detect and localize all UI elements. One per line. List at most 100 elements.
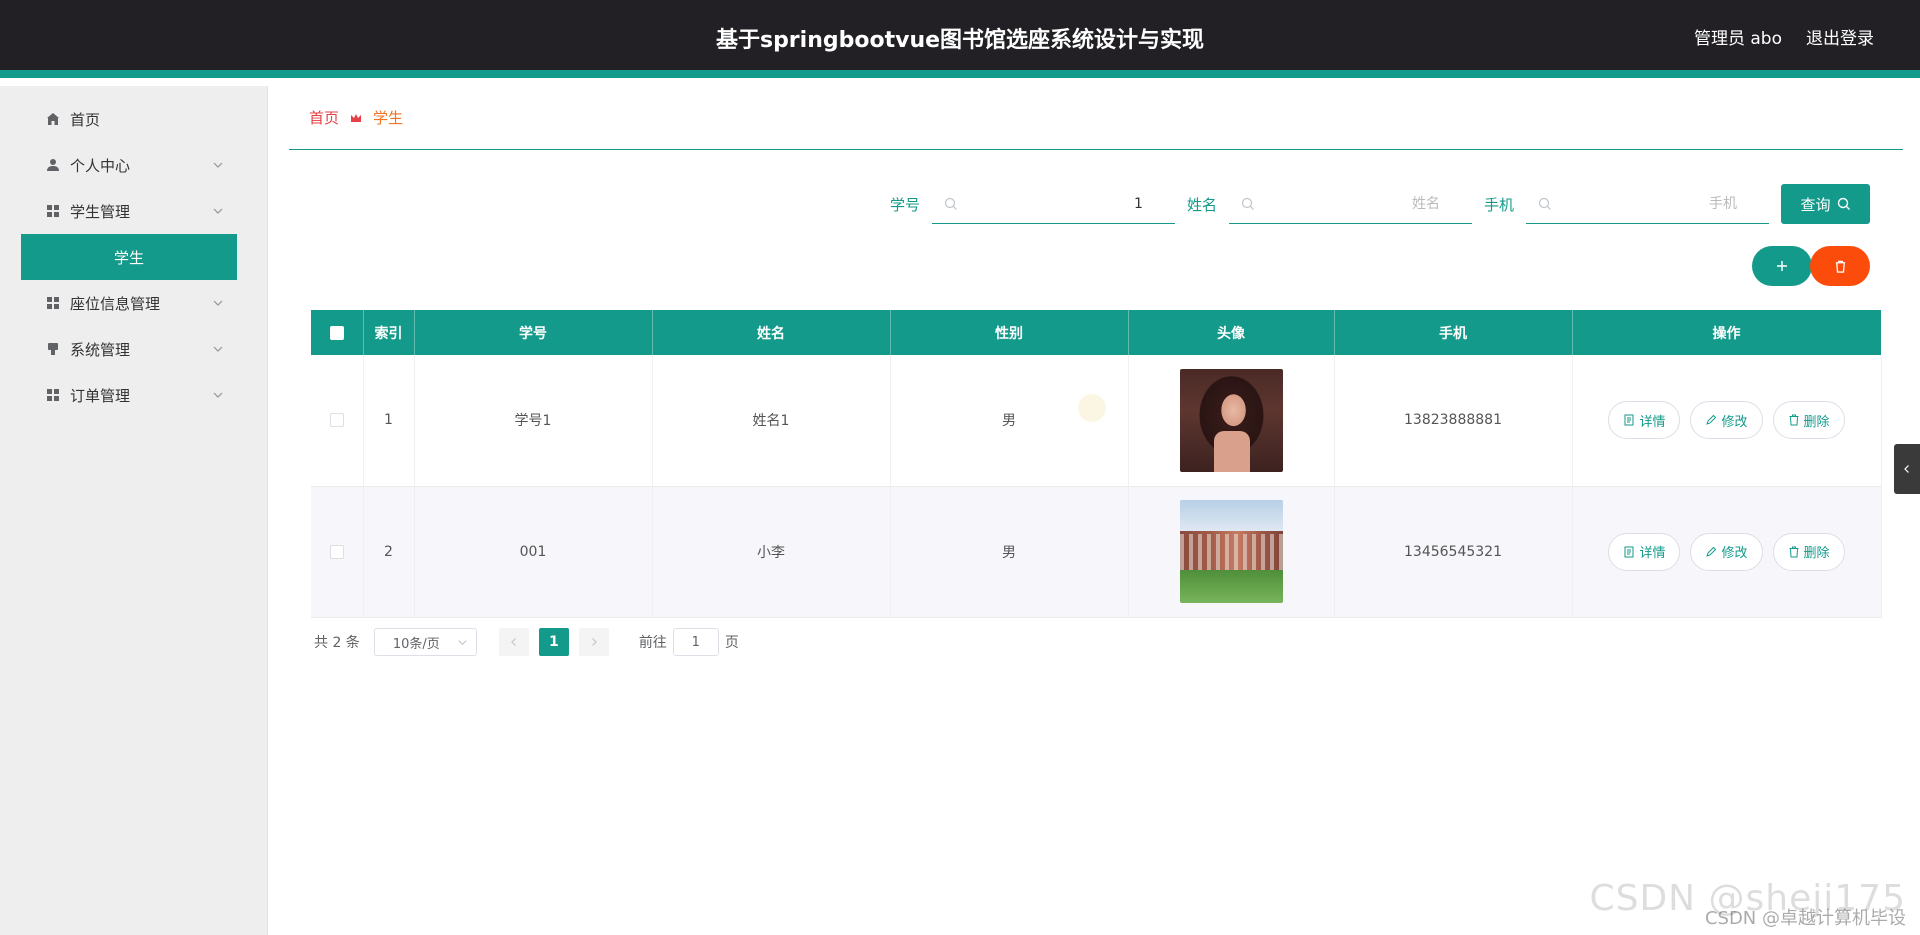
- current-user-label[interactable]: 管理员 abo: [1694, 24, 1782, 49]
- query-button[interactable]: 查询: [1781, 184, 1870, 224]
- search-bar: 学号 姓名 手机 查询: [890, 184, 1870, 224]
- page-number-current[interactable]: 1: [538, 628, 569, 656]
- sidebar-item-label: 学生管理: [70, 202, 131, 221]
- sidebar-item-student[interactable]: 学生: [21, 234, 237, 280]
- select-all-checkbox[interactable]: [329, 325, 344, 340]
- query-button-label: 查询: [1800, 195, 1831, 214]
- edit-button[interactable]: 修改: [1690, 532, 1763, 571]
- chevron-down-icon: [213, 162, 223, 168]
- avatar[interactable]: [1179, 500, 1283, 603]
- sidebar-item-label: 系统管理: [70, 340, 131, 359]
- mouse-cursor-highlight: [1078, 394, 1106, 422]
- column-header: 性别: [890, 310, 1129, 355]
- side-collapse-tab[interactable]: [1894, 444, 1920, 494]
- column-header: 学号: [414, 310, 653, 355]
- sidebar-item-order-management[interactable]: 订单管理: [0, 372, 267, 418]
- search-icon: [1538, 197, 1551, 210]
- sidebar-item-label: 订单管理: [70, 386, 131, 405]
- goto-suffix: 页: [724, 635, 739, 651]
- document-icon: [1624, 414, 1634, 426]
- chevron-down-icon: [213, 392, 223, 398]
- goto-page-input[interactable]: [672, 628, 719, 656]
- avatar[interactable]: [1179, 368, 1283, 472]
- column-header: 手机: [1334, 310, 1573, 355]
- column-header: 索引: [363, 310, 415, 355]
- chevron-right-icon: [591, 638, 597, 646]
- name-input[interactable]: [1228, 184, 1472, 223]
- next-page-button[interactable]: [578, 628, 609, 656]
- sidebar-item-system-management[interactable]: 系统管理: [0, 326, 267, 372]
- crown-icon: [351, 113, 362, 122]
- action-buttons: [1752, 246, 1870, 286]
- delete-button[interactable]: 删除: [1772, 532, 1845, 571]
- phone-box: [1526, 184, 1769, 224]
- trash-icon: [1835, 260, 1845, 273]
- student-id-field: 学号: [890, 184, 1175, 224]
- edit-button-label: 修改: [1721, 546, 1748, 561]
- edit-icon: [1706, 415, 1717, 426]
- batch-delete-button[interactable]: [1810, 246, 1870, 286]
- goto-page: 前往 页: [639, 628, 739, 656]
- prev-page-button[interactable]: [498, 628, 529, 656]
- cell-avatar: [1128, 355, 1335, 487]
- header-user-area: 管理员 abo 退出登录: [1694, 24, 1874, 49]
- delete-button[interactable]: 删除: [1772, 401, 1845, 440]
- grid-icon: [47, 297, 59, 309]
- sidebar: 首页 个人中心 学生管理 学生 座位信息管理 系统管理 订单管理: [0, 86, 268, 935]
- chevron-down-icon: [458, 640, 467, 646]
- detail-button-label: 详情: [1639, 546, 1666, 561]
- sidebar-item-label: 个人中心: [70, 156, 131, 175]
- plus-icon: [1777, 261, 1787, 271]
- sidebar-item-seat-management[interactable]: 座位信息管理: [0, 280, 267, 326]
- name-label: 姓名: [1186, 195, 1217, 214]
- logout-link[interactable]: 退出登录: [1806, 24, 1874, 49]
- sidebar-item-label: 首页: [70, 110, 101, 129]
- student-id-input[interactable]: [931, 184, 1175, 223]
- student-table: 索引 学号 姓名 性别 头像 手机 操作 1 学号1 姓名1 男 1382388…: [311, 310, 1882, 618]
- cell-name: 姓名1: [652, 355, 891, 487]
- user-icon: [47, 159, 59, 171]
- page-size-select[interactable]: 10条/页: [373, 628, 477, 656]
- sidebar-item-student-management[interactable]: 学生管理: [0, 188, 267, 234]
- detail-button-label: 详情: [1639, 414, 1666, 430]
- settings-icon: [48, 343, 58, 355]
- trash-icon: [1789, 414, 1798, 426]
- chevron-down-icon: [213, 208, 223, 214]
- cell-phone: 13456545321: [1334, 486, 1573, 618]
- table-header-row: 索引 学号 姓名 性别 头像 手机 操作: [311, 310, 1882, 355]
- edit-button-label: 修改: [1721, 414, 1748, 430]
- grid-icon: [47, 205, 59, 217]
- column-header: 头像: [1128, 310, 1335, 355]
- column-header: 操作: [1572, 310, 1882, 355]
- column-header: 姓名: [652, 310, 891, 355]
- home-icon: [47, 113, 59, 125]
- detail-button[interactable]: 详情: [1608, 532, 1681, 571]
- delete-button-label: 删除: [1803, 546, 1830, 561]
- edit-button[interactable]: 修改: [1690, 401, 1763, 440]
- phone-label: 手机: [1483, 195, 1514, 214]
- search-icon: [944, 197, 957, 210]
- sidebar-item-personal-center[interactable]: 个人中心: [0, 142, 267, 188]
- name-field: 姓名: [1187, 184, 1472, 224]
- app-title: 基于springbootvue图书馆选座系统设计与实现: [715, 28, 1205, 53]
- page-size-value: 10条/页: [392, 636, 440, 652]
- cell-phone: 13823888881: [1334, 355, 1573, 487]
- detail-button[interactable]: 详情: [1608, 401, 1681, 440]
- sidebar-item-label: 座位信息管理: [70, 294, 161, 313]
- cell-avatar: [1128, 486, 1335, 618]
- chevron-down-icon: [213, 300, 223, 306]
- phone-input[interactable]: [1526, 184, 1769, 223]
- breadcrumb: 首页 学生: [289, 86, 1903, 150]
- breadcrumb-home[interactable]: 首页: [309, 107, 339, 128]
- row-checkbox[interactable]: [329, 544, 344, 559]
- sidebar-item-home[interactable]: 首页: [0, 96, 267, 142]
- student-id-box: [931, 184, 1175, 224]
- cell-index: 1: [363, 355, 415, 487]
- select-all-cell: [311, 310, 364, 355]
- row-checkbox[interactable]: [329, 413, 344, 428]
- phone-field: 手机: [1484, 184, 1769, 224]
- add-button[interactable]: [1752, 246, 1812, 286]
- sidebar-item-label: 学生: [113, 248, 144, 267]
- cell-name: 小李: [652, 486, 891, 618]
- cell-actions: 详情 修改 删除: [1572, 486, 1882, 618]
